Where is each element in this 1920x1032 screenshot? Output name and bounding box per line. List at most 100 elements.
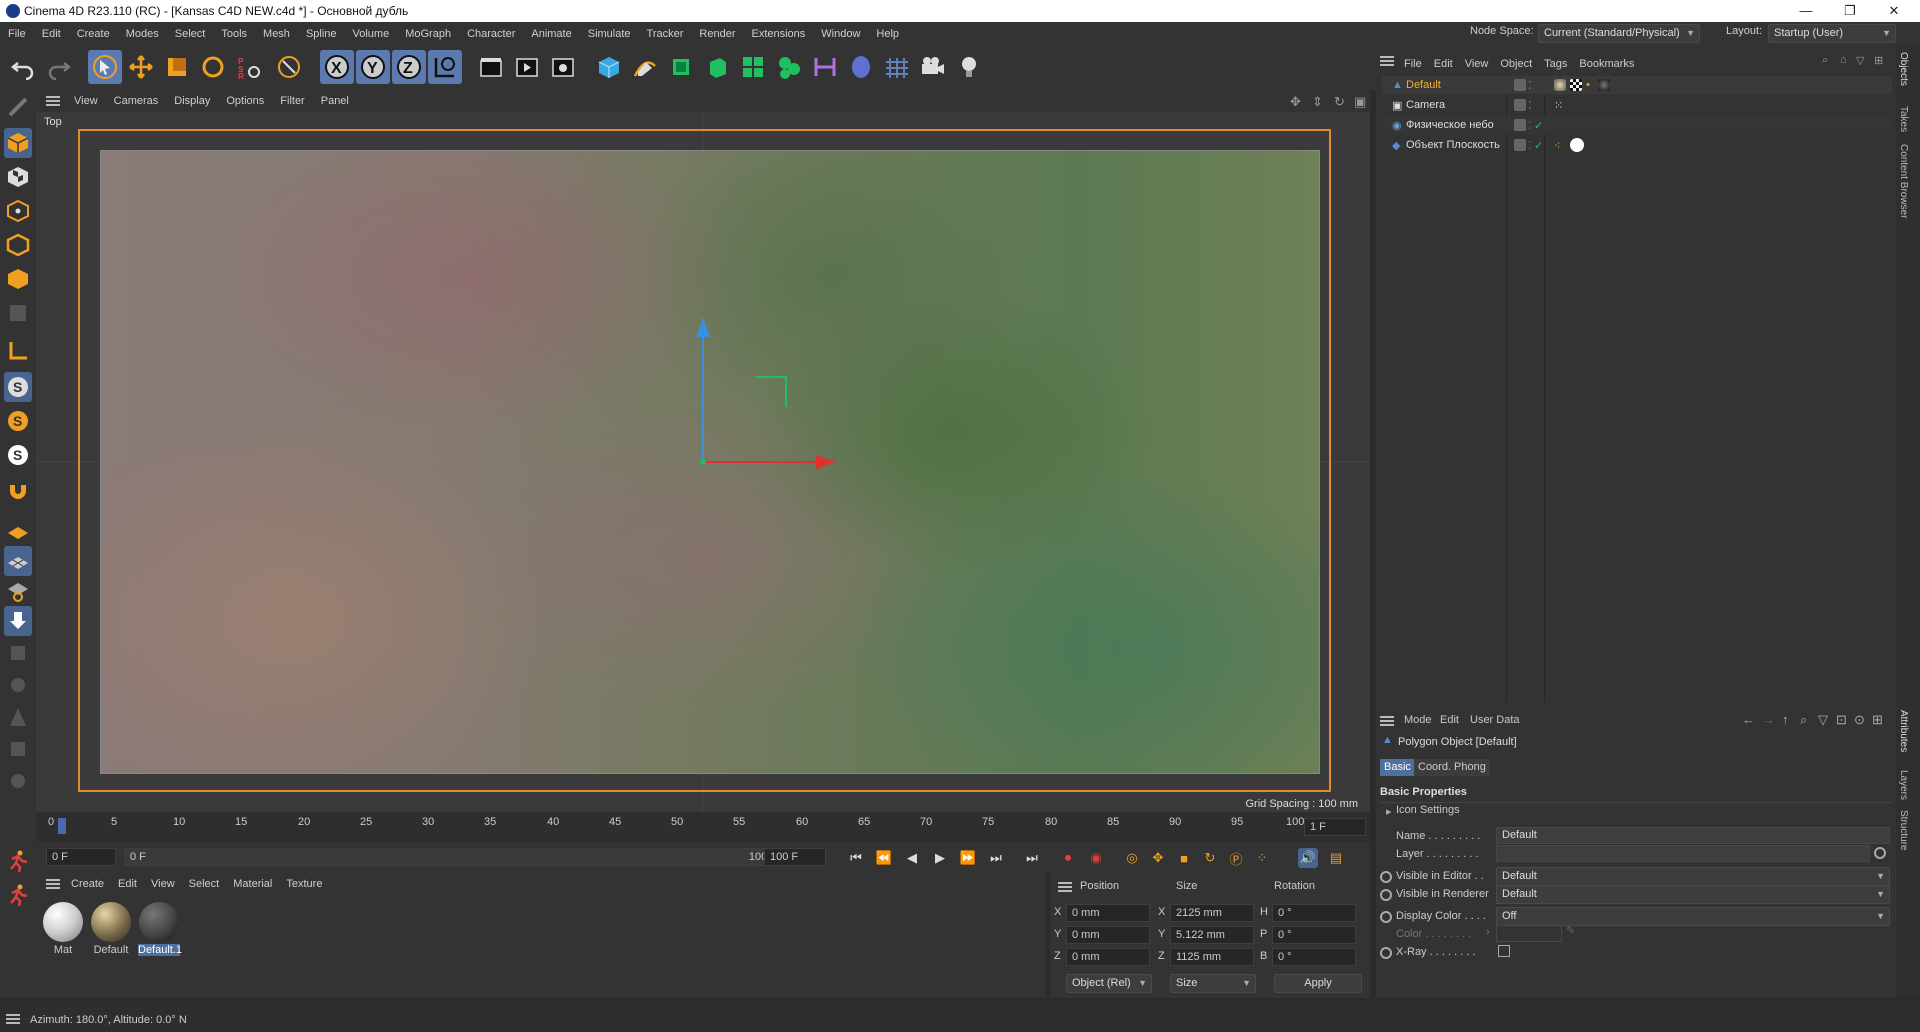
mograph-effector-button[interactable] [772,50,806,84]
camera-target-tag-icon[interactable]: ⁙ [1554,99,1563,112]
size-x-field[interactable]: 2125 mm [1170,904,1254,922]
animate-xray-radio[interactable] [1380,947,1392,959]
cloner-button[interactable] [736,50,770,84]
object-row[interactable]: ▣ Camera ⁚ ⁙ [1382,96,1892,114]
recent-tools-button[interactable] [272,50,306,84]
size-mode-dropdown[interactable]: Size ▼ [1170,974,1256,993]
disabled-tool-2-button[interactable] [4,670,32,700]
size-y-field[interactable]: 5.122 mm [1170,926,1254,944]
menu-tracker[interactable]: Tracker [639,28,692,40]
new-window-icon[interactable]: ⊞ [1874,54,1883,67]
light-button[interactable] [952,50,986,84]
move-tool-button[interactable] [124,50,158,84]
visible-in-editor-dropdown[interactable]: Default ▼ [1496,867,1890,886]
menu-file[interactable]: File [0,28,34,40]
position-y-field[interactable]: 0 mm [1066,926,1150,944]
environment-button[interactable] [844,50,878,84]
material-tag-icon[interactable] [1554,79,1566,91]
material-tag-2-icon[interactable] [1598,79,1610,91]
visibility-dots-icon[interactable]: ⁚ [1528,99,1532,112]
animate-display-color-radio[interactable] [1380,911,1392,923]
tab-content-browser[interactable]: Content Browser [1898,144,1909,218]
up-arrow-icon[interactable]: ↑ [1782,712,1789,727]
menu-extensions[interactable]: Extensions [743,28,813,40]
visibility-dots-icon[interactable]: ⁚ [1528,139,1532,152]
menu-window[interactable]: Window [813,28,868,40]
key-position-icon[interactable]: ✥ [1148,848,1168,868]
frame-range-slider[interactable]: 0 F 100 F [124,848,784,866]
menu-spline[interactable]: Spline [298,28,345,40]
rotate-tool-button[interactable] [196,50,230,84]
polygons-mode-button[interactable] [4,264,32,294]
visible-in-renderer-dropdown[interactable]: Default ▼ [1496,885,1890,904]
locked-workplane-button[interactable] [4,546,32,576]
cube-button[interactable] [592,50,626,84]
y-axis-lock-button[interactable]: Y [356,50,390,84]
timeline-ruler[interactable]: 0 5 10 15 20 25 30 35 40 45 50 55 60 65 … [36,812,1370,842]
menu-modes[interactable]: Modes [118,28,167,40]
viewport-maximize-icon[interactable]: ▣ [1354,94,1366,110]
visibility-dots-icon[interactable]: ⁚ [1528,79,1532,92]
disabled-tool-3-button[interactable] [4,702,32,732]
material-menu-view[interactable]: View [144,878,182,890]
apply-button[interactable]: Apply [1274,974,1362,993]
layer-check-icon[interactable] [1514,119,1526,131]
undo-button[interactable] [6,50,40,84]
phong-tag-icon[interactable]: ⁖ [1554,139,1560,152]
edges-mode-button[interactable] [4,230,32,260]
texture-tag-icon[interactable] [1570,79,1582,91]
object-menu-bookmarks[interactable]: Bookmarks [1573,58,1640,70]
position-x-field[interactable]: 0 mm [1066,904,1150,922]
keyframe-selection-icon[interactable]: ◎ [1122,848,1142,868]
redo-button[interactable] [42,50,76,84]
menu-animate[interactable]: Animate [523,28,579,40]
viewport-menu-display[interactable]: Display [166,95,218,107]
key-parameter-icon[interactable]: Ⓟ [1226,848,1246,868]
objects-hamburger-icon[interactable] [1380,56,1394,66]
snap-toggle-button[interactable]: S [4,372,32,402]
go-to-start-icon[interactable]: ⏮ [846,848,866,868]
tab-attributes[interactable]: Attributes [1898,710,1909,752]
menu-character[interactable]: Character [459,28,523,40]
menu-volume[interactable]: Volume [345,28,398,40]
start-frame-field[interactable]: 0 F [46,848,116,866]
tweak-mode-button[interactable] [4,478,32,508]
render-view-button[interactable] [474,50,508,84]
maximize-button[interactable]: ❐ [1830,0,1870,22]
layer-field[interactable] [1496,845,1870,862]
xray-checkbox[interactable] [1498,945,1510,957]
viewport-menu-options[interactable]: Options [218,95,272,107]
tab-coord[interactable]: Coord. [1414,759,1456,776]
menu-create[interactable]: Create [69,28,118,40]
material-menu-edit[interactable]: Edit [111,878,144,890]
attr-menu-user-data[interactable]: User Data [1470,714,1520,726]
live-selection-button[interactable] [88,50,122,84]
material-swatch[interactable]: Mat [42,900,84,956]
axis-mode-button[interactable] [4,336,32,366]
icon-settings-group[interactable]: Icon Settings [1396,804,1460,816]
timeline-window-icon[interactable]: ▤ [1326,848,1346,868]
animate-visible-renderer-radio[interactable] [1380,889,1392,901]
tab-phong[interactable]: Phong [1450,759,1490,776]
key-scale-icon[interactable]: ■ [1174,848,1194,868]
tab-basic[interactable]: Basic [1380,759,1415,776]
viewport-hamburger-icon[interactable] [46,96,60,106]
viewport-move-icon[interactable]: ✥ [1290,94,1301,110]
lock-icon[interactable]: ⊡ [1836,712,1847,728]
timeline-playhead[interactable] [58,818,66,834]
go-to-end-icon[interactable]: ⏭ [1022,848,1042,868]
material-menu-select[interactable]: Select [182,878,227,890]
new-window-icon[interactable]: ⊞ [1872,712,1883,728]
record-keys-icon[interactable]: ⏺ [1058,848,1078,868]
character-tool-2-button[interactable] [4,880,32,910]
points-mode-button[interactable] [4,196,32,226]
uv-mode-button[interactable] [4,298,32,328]
material-tag-icon[interactable] [1570,138,1584,152]
object-menu-tags[interactable]: Tags [1538,58,1573,70]
layout-dropdown[interactable]: Startup (User) ▼ [1768,24,1896,43]
material-swatch[interactable]: Default [90,900,132,956]
status-hamburger-icon[interactable] [6,1014,20,1024]
forward-arrow-icon[interactable]: → [1762,712,1775,727]
filter-icon[interactable]: ▽ [1818,712,1828,728]
disabled-tool-4-button[interactable] [4,734,32,764]
